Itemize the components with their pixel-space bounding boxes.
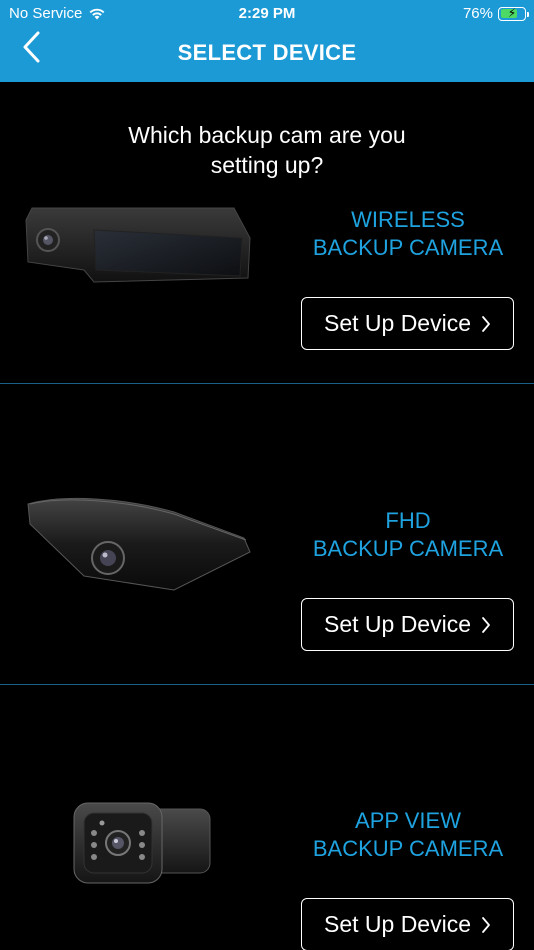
app-view-camera-image: [73, 802, 211, 884]
prompt-line-2: setting up?: [210, 152, 324, 178]
battery-percent: 76%: [462, 5, 493, 22]
setup-button-label: Set Up Device: [323, 310, 471, 336]
device-name-fhd: FHD BACKUP CAMERA: [290, 507, 526, 563]
device-name-line-1: WIRELESS: [351, 207, 465, 232]
setup-button-label: Set Up Device: [323, 611, 471, 637]
header-bar: No Service 2:29 PM 76% ⚡ SELECT DEVICE: [0, 0, 534, 82]
section-divider: [0, 684, 534, 685]
chevron-right-icon: [482, 616, 490, 633]
prompt-text: Which backup cam are you setting up?: [0, 120, 534, 180]
setup-device-button-fhd[interactable]: Set Up Device: [301, 598, 514, 651]
fhd-camera-image: [27, 497, 251, 591]
device-name-line-1: APP VIEW: [355, 808, 461, 833]
device-name-line-2: BACKUP CAMERA: [312, 235, 504, 260]
page-title: SELECT DEVICE: [177, 40, 357, 65]
battery-cap: [527, 11, 529, 17]
chevron-right-icon: [482, 916, 490, 933]
battery-icon: ⚡: [498, 5, 529, 21]
device-name-app-view: APP VIEW BACKUP CAMERA: [290, 807, 526, 863]
setup-button-label: Set Up Device: [323, 911, 471, 937]
setup-device-button-wireless[interactable]: Set Up Device: [301, 297, 514, 350]
status-right: 76% ⚡: [462, 5, 529, 22]
prompt-line-1: Which backup cam are you: [128, 122, 406, 148]
status-time: 2:29 PM: [238, 5, 296, 22]
device-name-line-2: BACKUP CAMERA: [312, 536, 504, 561]
chevron-right-icon: [482, 315, 490, 332]
status-bar: No Service 2:29 PM 76% ⚡: [0, 0, 534, 28]
section-divider: [0, 383, 534, 384]
device-name-wireless: WIRELESS BACKUP CAMERA: [290, 206, 526, 262]
wireless-camera-image: [25, 207, 251, 283]
device-name-line-1: FHD: [385, 508, 431, 533]
device-name-line-2: BACKUP CAMERA: [312, 836, 504, 861]
charging-bolt-icon: ⚡: [507, 5, 517, 20]
setup-device-button-app-view[interactable]: Set Up Device: [301, 898, 514, 950]
